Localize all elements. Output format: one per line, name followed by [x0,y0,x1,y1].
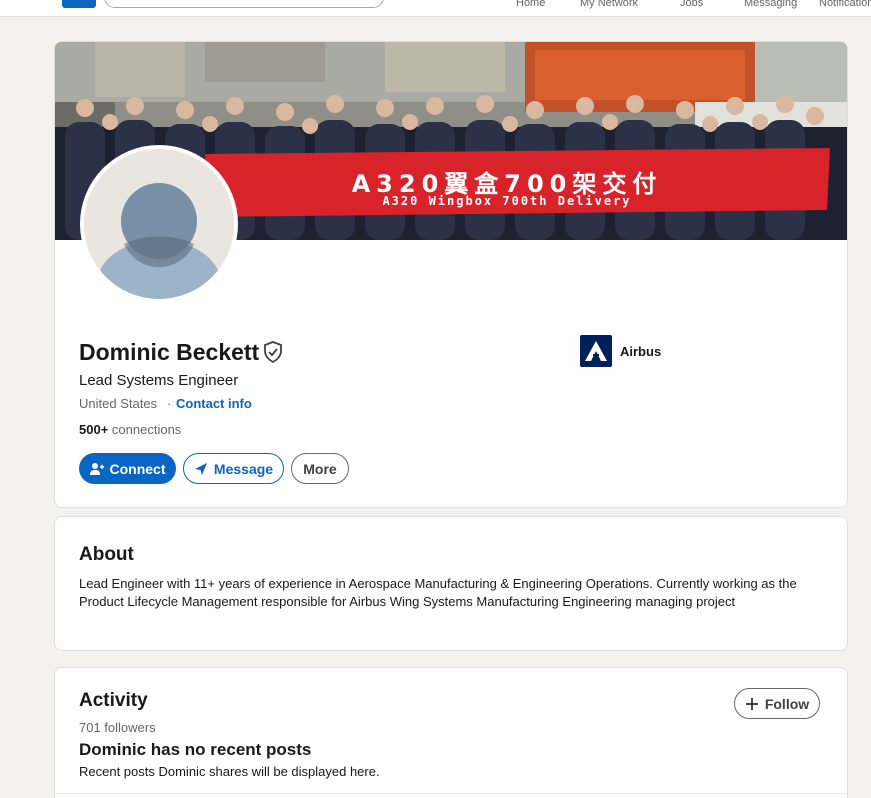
profile-location: United States [79,396,158,411]
nav-home[interactable]: Home [516,0,545,9]
connections-number: 500+ [79,422,109,437]
search-input[interactable] [104,0,384,8]
more-button-label: More [303,460,337,477]
add-person-icon [89,462,104,475]
top-nav: Home My Network Jobs Messaging Notificat… [0,0,871,17]
connect-button-label: Connect [109,460,166,477]
nav-my-network[interactable]: My Network [580,0,638,9]
connect-button[interactable]: Connect [79,453,176,484]
nav-messaging[interactable]: Messaging [744,0,797,9]
linkedin-logo-icon[interactable] [62,0,96,8]
message-button-label: Message [213,460,274,477]
more-button[interactable]: More [291,453,349,484]
nav-jobs[interactable]: Jobs [680,0,703,9]
current-company[interactable]: Airbus [580,335,661,367]
profile-card: A320翼盒700架交付 A320 Wingbox 700th Delivery… [54,41,848,508]
nav-notifications[interactable]: Notifications [819,0,871,9]
activity-divider [55,793,847,794]
location-separator: · [167,396,172,411]
send-icon [194,462,207,475]
connections-count[interactable]: 500+ connections [79,422,181,437]
activity-title: Activity [79,690,148,711]
profile-name: Dominic Beckett [79,339,260,365]
about-title: About [79,544,134,565]
no-posts-subtitle: Recent posts Dominic shares will be disp… [79,764,380,779]
about-card: About Lead Engineer with 11+ years of ex… [54,516,848,651]
activity-card: Activity 701 followers Follow Dominic ha… [54,667,848,798]
connections-label: connections [111,422,182,437]
banner-text-english: A320 Wingbox 700th Delivery [382,194,632,208]
follow-button-label: Follow [764,695,810,712]
verified-shield-icon[interactable] [263,341,283,368]
contact-info-link[interactable]: Contact info [176,396,252,411]
followers-count: 701 followers [79,720,156,735]
no-posts-title: Dominic has no recent posts [79,740,312,759]
default-avatar-icon [84,149,234,299]
airbus-logo-icon [580,335,612,367]
profile-avatar[interactable] [80,145,238,303]
follow-button[interactable]: Follow [734,688,820,719]
company-name: Airbus [620,343,662,359]
profile-headline: Lead Systems Engineer [79,372,239,389]
about-text: Lead Engineer with 11+ years of experien… [79,576,797,609]
plus-icon [745,697,758,710]
message-button[interactable]: Message [183,453,284,484]
